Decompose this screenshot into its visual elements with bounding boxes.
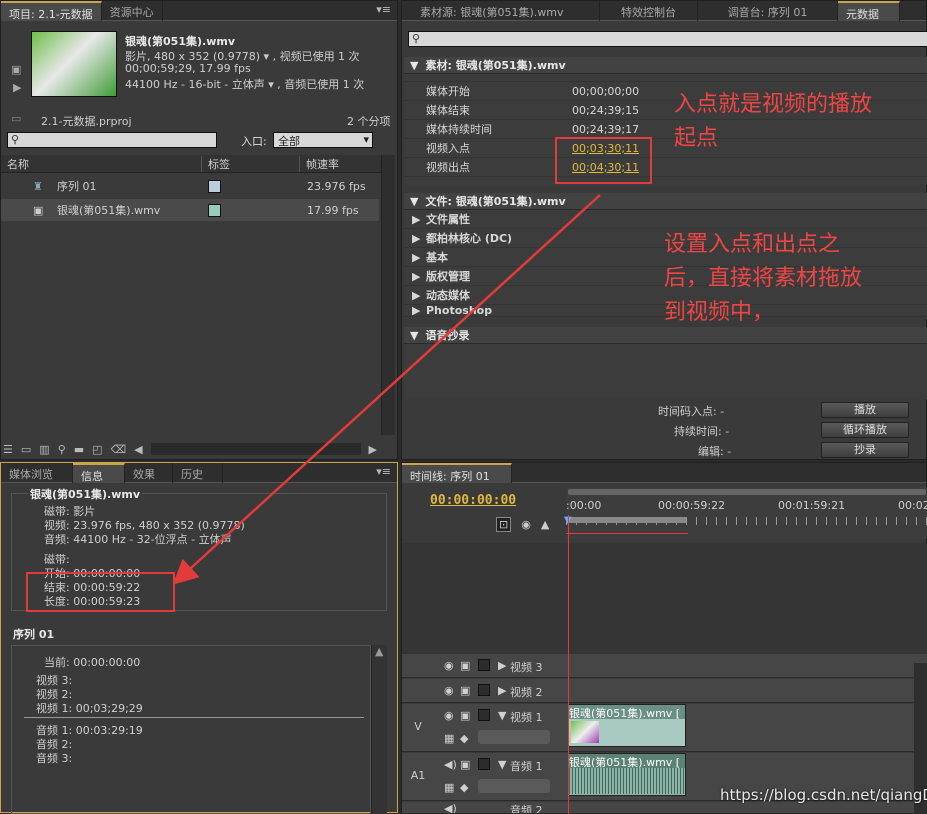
watermark: https://blog.csdn.net/qiangD: [720, 786, 927, 804]
annotation-arrow: [172, 194, 601, 585]
